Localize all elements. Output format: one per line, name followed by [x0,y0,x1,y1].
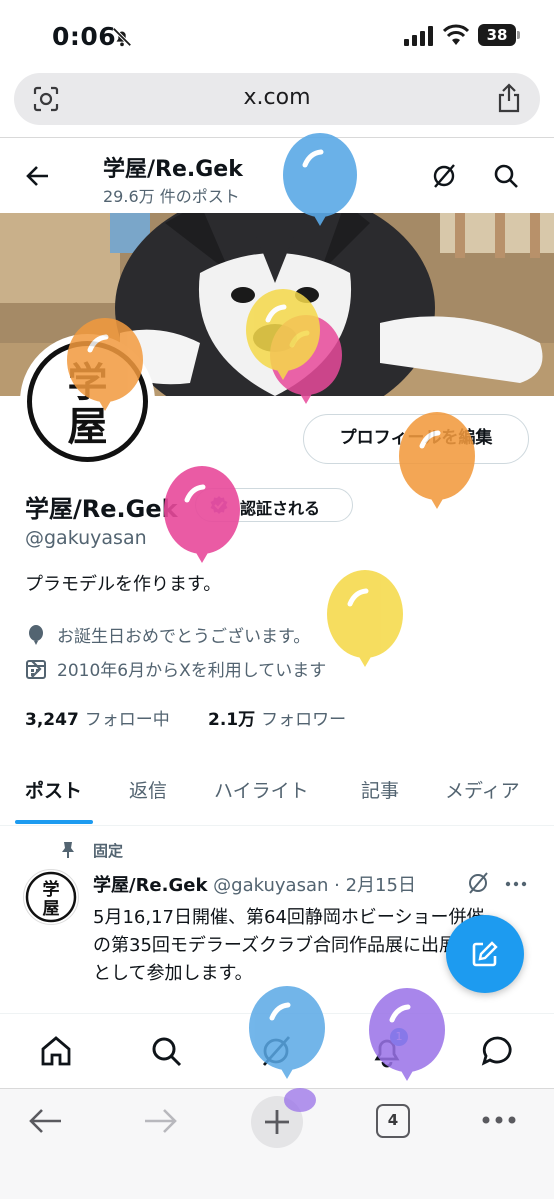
profile-tabs: ポスト 返信 ハイライト 記事 メディア [0,758,554,826]
svg-text:学: 学 [68,359,108,406]
svg-text:屋: 屋 [68,403,108,450]
post-text-line: の第35回モデラーズクラブ合同作品展に出展 [93,935,458,956]
plus-icon [265,1110,289,1134]
tab-media[interactable]: メディア [445,776,520,803]
tab-articles[interactable]: 記事 [361,776,399,803]
post-author-handle[interactable]: @gakuyasan [213,875,328,896]
more-icon[interactable] [504,876,528,892]
active-tab-indicator [15,820,93,824]
browser-toolbar: 4 [0,1088,554,1199]
pinned-text: 固定 [93,842,124,860]
post-date[interactable]: 2月15日 [346,875,416,896]
post-avatar[interactable]: 学 屋 [23,869,79,925]
following-link[interactable]: 3,247 フォロー中 [25,705,170,730]
browser-forward-icon[interactable] [142,1107,178,1135]
chevron-right-icon [31,660,42,678]
search-icon[interactable] [149,1034,183,1068]
followers-label: フォロワー [261,710,347,730]
messages-icon[interactable] [481,1034,515,1068]
new-tab-button[interactable] [251,1096,303,1148]
signal-icon [404,26,433,46]
post-avatar-logo: 学 屋 [25,871,77,923]
verified-badge-icon [210,496,228,514]
notification-badge: 1 [390,1028,408,1046]
followers-link[interactable]: 2.1万 フォロワー [208,705,346,730]
joined-text: 2010年6月からXを利用しています [57,661,327,681]
profile-avatar[interactable]: 学 屋 [20,334,155,469]
share-icon[interactable] [496,83,522,113]
app-bottom-nav: 1 [0,1013,554,1088]
post-separator: · [334,875,340,896]
following-label: フォロー中 [84,710,170,730]
post-header: 学屋/Re.Gek @gakuyasan · 2月15日 [93,871,416,897]
browser-back-icon[interactable] [28,1107,64,1135]
tab-replies[interactable]: 返信 [129,776,167,803]
svg-text:学: 学 [43,879,60,900]
following-count: 3,247 [25,710,79,730]
status-bar: 0:06 38 [0,0,554,68]
balloon-pin-icon [29,625,43,645]
compose-button[interactable] [446,915,524,993]
birthday-row: お誕生日おめでとうございます。 [25,622,365,648]
avatar-logo: 学 屋 [27,341,148,462]
header-post-count: 29.6万 件のポスト [103,187,240,206]
search-icon[interactable] [492,162,520,190]
edit-profile-button[interactable]: プロフィールを編集 [303,414,529,464]
tab-switcher-button[interactable]: 4 [376,1104,410,1138]
balloon [327,570,403,667]
joined-row[interactable]: 2010年6月からXを利用しています [25,656,405,682]
grok-icon[interactable] [259,1034,293,1068]
post-text-line: 5月16,17日開催、第64回静岡ホビーショー併催 [93,907,485,928]
more-icon[interactable] [481,1114,517,1126]
profile-top-nav: 学屋/Re.Gek 29.6万 件のポスト [0,138,554,214]
compose-icon [472,941,498,967]
profile-handle: @gakuyasan [25,527,147,549]
tab-posts[interactable]: ポスト [25,776,82,803]
pin-icon [62,842,74,858]
status-time: 0:06 [52,22,117,51]
svg-text:屋: 屋 [43,899,60,919]
grok-icon[interactable] [466,871,490,895]
tab-highlights[interactable]: ハイライト [214,776,309,803]
profile-name: 学屋/Re.Gek [25,495,178,523]
profile-bio: プラモデルを作ります。 [25,574,222,595]
home-icon[interactable] [39,1034,73,1068]
wifi-icon [443,24,469,45]
verify-label: 認証される [240,499,321,518]
header-name: 学屋/Re.Gek [103,157,243,182]
get-verified-button[interactable]: 認証される [195,488,353,522]
post-author-name[interactable]: 学屋/Re.Gek [93,875,207,896]
bell-off-icon [112,27,132,47]
followers-count: 2.1万 [208,710,256,730]
grok-icon[interactable] [430,162,458,190]
battery-indicator: 38 [478,24,520,46]
birthday-text: お誕生日おめでとうございます。 [57,627,311,647]
url-bar[interactable]: x.com [14,73,540,125]
url-text[interactable]: x.com [14,85,540,110]
back-arrow-icon[interactable] [24,162,52,190]
post-text-line: として参加します。 [93,963,253,984]
